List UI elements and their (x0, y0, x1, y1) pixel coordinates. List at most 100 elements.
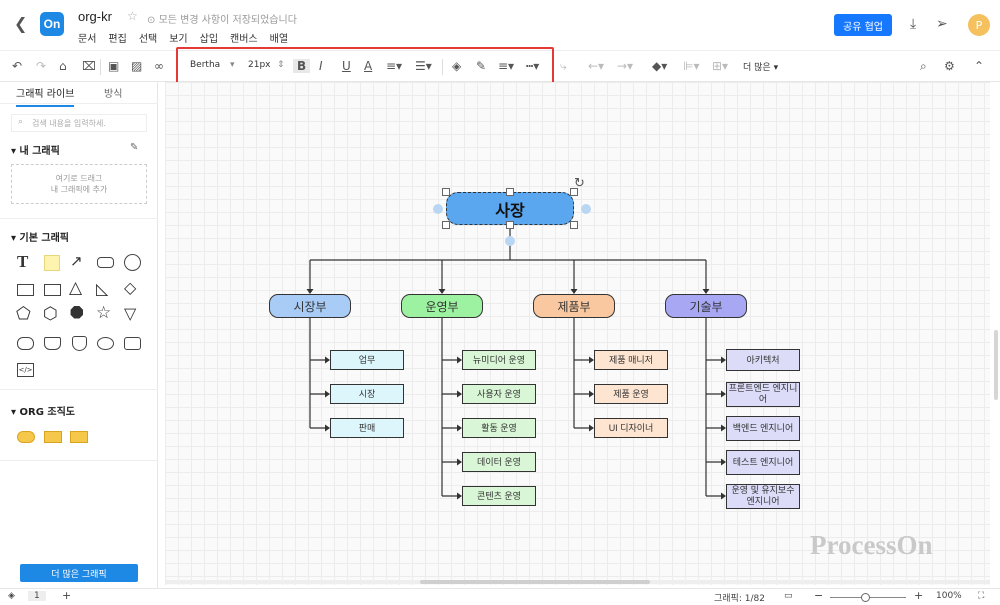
org-chart-header[interactable]: ▾ ORG 조직도 (11, 403, 75, 418)
redo-icon[interactable]: ↷ (36, 59, 46, 73)
org-rect-shape-icon[interactable] (44, 431, 62, 443)
leaf-node[interactable]: 운영 및 유지보수 엔지니어 (726, 483, 800, 509)
code-shape-icon[interactable]: </> (17, 363, 34, 377)
leaf-node[interactable]: UI 디자이너 (594, 418, 668, 438)
card-shape-icon[interactable] (124, 337, 141, 350)
right-triangle-shape-icon[interactable]: ◺ (96, 279, 108, 298)
shield-shape-icon[interactable] (72, 336, 87, 351)
hexagon-shape-icon[interactable]: ⬡ (43, 304, 58, 324)
download-icon[interactable]: ⤓ (910, 16, 916, 32)
leaf-node[interactable]: 제품 운영 (594, 384, 668, 404)
find-icon[interactable]: ⌕ (920, 59, 927, 74)
inverted-triangle-shape-icon[interactable]: ▽ (124, 304, 136, 323)
search-input[interactable]: ⌕ 검색 내용을 입력하세. (11, 114, 147, 132)
tab-style[interactable]: 방식 (104, 85, 122, 100)
distribute-icon[interactable]: ⊞▾ (712, 59, 728, 73)
star-shape-icon[interactable]: ☆ (96, 303, 111, 323)
resize-handle[interactable] (506, 188, 514, 196)
style-icon[interactable]: ▣ (108, 59, 119, 73)
edit-icon[interactable]: ✎ (130, 142, 138, 153)
map-icon[interactable]: ▭ (784, 591, 793, 601)
link-icon[interactable]: ∞ (154, 59, 164, 73)
dept-node[interactable]: 기술부 (665, 294, 747, 318)
clear-format-icon[interactable]: ⌧ (82, 59, 96, 73)
arrow-end-icon[interactable]: →▾ (617, 59, 633, 73)
basic-graphics-header[interactable]: ▾ 기본 그래픽 (11, 229, 69, 244)
page-tab[interactable]: 1 (28, 591, 46, 601)
leaf-node[interactable]: 판매 (330, 418, 404, 438)
menu-item-select[interactable]: 선택 (139, 30, 157, 45)
settings-icon[interactable]: ⚙ (944, 59, 955, 73)
leaf-node[interactable]: 사용자 운영 (462, 384, 536, 404)
scrollbar-thumb[interactable] (420, 580, 650, 584)
connection-point[interactable] (581, 203, 591, 214)
resize-handle[interactable] (442, 221, 450, 229)
menu-item-canvas[interactable]: 캔버스 (230, 30, 258, 45)
leaf-node[interactable]: 뉴미디어 운영 (462, 350, 536, 370)
cloud-shape-icon[interactable] (17, 337, 34, 350)
note-shape-icon[interactable] (44, 255, 60, 271)
banner-shape-icon[interactable] (44, 337, 61, 350)
format-painter-icon[interactable]: ⌂ (59, 59, 67, 73)
leaf-node[interactable]: 제품 매니저 (594, 350, 668, 370)
diamond-shape-icon[interactable]: ◇ (124, 278, 136, 297)
arrow-start-icon[interactable]: ←▾ (588, 59, 604, 73)
menu-item-view[interactable]: 보기 (169, 30, 187, 45)
leaf-node[interactable]: 업무 (330, 350, 404, 370)
leaf-node[interactable]: 데이터 운영 (462, 452, 536, 472)
zoom-out-icon[interactable]: − (814, 589, 823, 602)
text-shape-icon[interactable]: T (17, 252, 28, 272)
fullscreen-icon[interactable]: ⛶ (978, 591, 984, 601)
dept-node[interactable]: 제품부 (533, 294, 615, 318)
leaf-node[interactable]: 시장 (330, 384, 404, 404)
avatar[interactable]: P (968, 14, 990, 36)
triangle-shape-icon[interactable]: △ (69, 278, 82, 298)
align-objects-icon[interactable]: ⊫▾ (683, 59, 699, 73)
circle-shape-icon[interactable] (124, 254, 141, 271)
octagon-shape-icon[interactable]: ⯃ (70, 304, 84, 324)
share-button[interactable]: 공유 협업 (834, 14, 892, 36)
drop-zone[interactable]: 여기로 드래그 내 그래픽에 추가 (11, 164, 147, 204)
rectangle-shape-icon[interactable] (17, 284, 34, 296)
more-options[interactable]: 더 많은 ▾ (743, 60, 778, 73)
dept-node[interactable]: 시장부 (269, 294, 351, 318)
image-icon[interactable]: ▨ (131, 59, 142, 73)
collapse-icon[interactable]: ⌃ (974, 59, 984, 73)
rect-alt-shape-icon[interactable] (44, 284, 61, 296)
menu-item-arrange[interactable]: 배열 (270, 30, 288, 45)
menu-item-document[interactable]: 문서 (78, 30, 96, 45)
more-graphics-button[interactable]: 더 많은 그래픽 (20, 564, 138, 582)
org-card-shape-icon[interactable] (70, 431, 88, 443)
document-name[interactable]: org-kr (78, 9, 112, 24)
zoom-slider-handle[interactable] (861, 593, 870, 602)
connection-point[interactable] (433, 203, 443, 214)
send-icon[interactable]: ➢ (936, 16, 948, 32)
org-oval-shape-icon[interactable] (17, 431, 35, 443)
leaf-node[interactable]: 프론트엔드 엔지니어 (726, 381, 800, 407)
layer-icon[interactable]: ◆▾ (652, 59, 667, 73)
app-logo[interactable]: On (40, 12, 64, 36)
horizontal-scrollbar[interactable] (165, 580, 990, 584)
connection-point[interactable] (505, 236, 515, 246)
connector-icon[interactable]: ⤷ (560, 59, 567, 74)
rotate-handle-icon[interactable]: ↻ (574, 176, 585, 191)
resize-handle[interactable] (506, 221, 514, 229)
vertical-scrollbar[interactable] (994, 330, 998, 400)
resize-handle[interactable] (442, 188, 450, 196)
menu-item-insert[interactable]: 삽입 (200, 30, 218, 45)
zoom-in-icon[interactable]: + (914, 589, 923, 602)
pentagon-shape-icon[interactable]: ⬠ (16, 304, 31, 324)
arrow-shape-icon[interactable]: ↗ (70, 252, 83, 270)
leaf-node[interactable]: 활동 운영 (462, 418, 536, 438)
add-page-icon[interactable]: + (62, 589, 71, 602)
back-icon[interactable]: ❮ (14, 14, 27, 33)
star-icon[interactable]: ☆ (127, 9, 138, 23)
leaf-node[interactable]: 콘텐츠 운영 (462, 486, 536, 506)
rounded-rect-shape-icon[interactable] (97, 257, 114, 268)
drawing-canvas[interactable]: 사장 ↻ 시장부 업무 시장 판매 운영부 뉴미디어 운영 사용자 운영 활동 운영 데이터 운영 콘… (165, 82, 990, 585)
resize-handle[interactable] (570, 221, 578, 229)
layers-icon[interactable]: ◈ (8, 591, 15, 601)
leaf-node[interactable]: 아키텍처 (726, 349, 800, 371)
dept-node[interactable]: 운영부 (401, 294, 483, 318)
my-graphics-header[interactable]: ▾ 내 그래픽 (11, 142, 60, 157)
